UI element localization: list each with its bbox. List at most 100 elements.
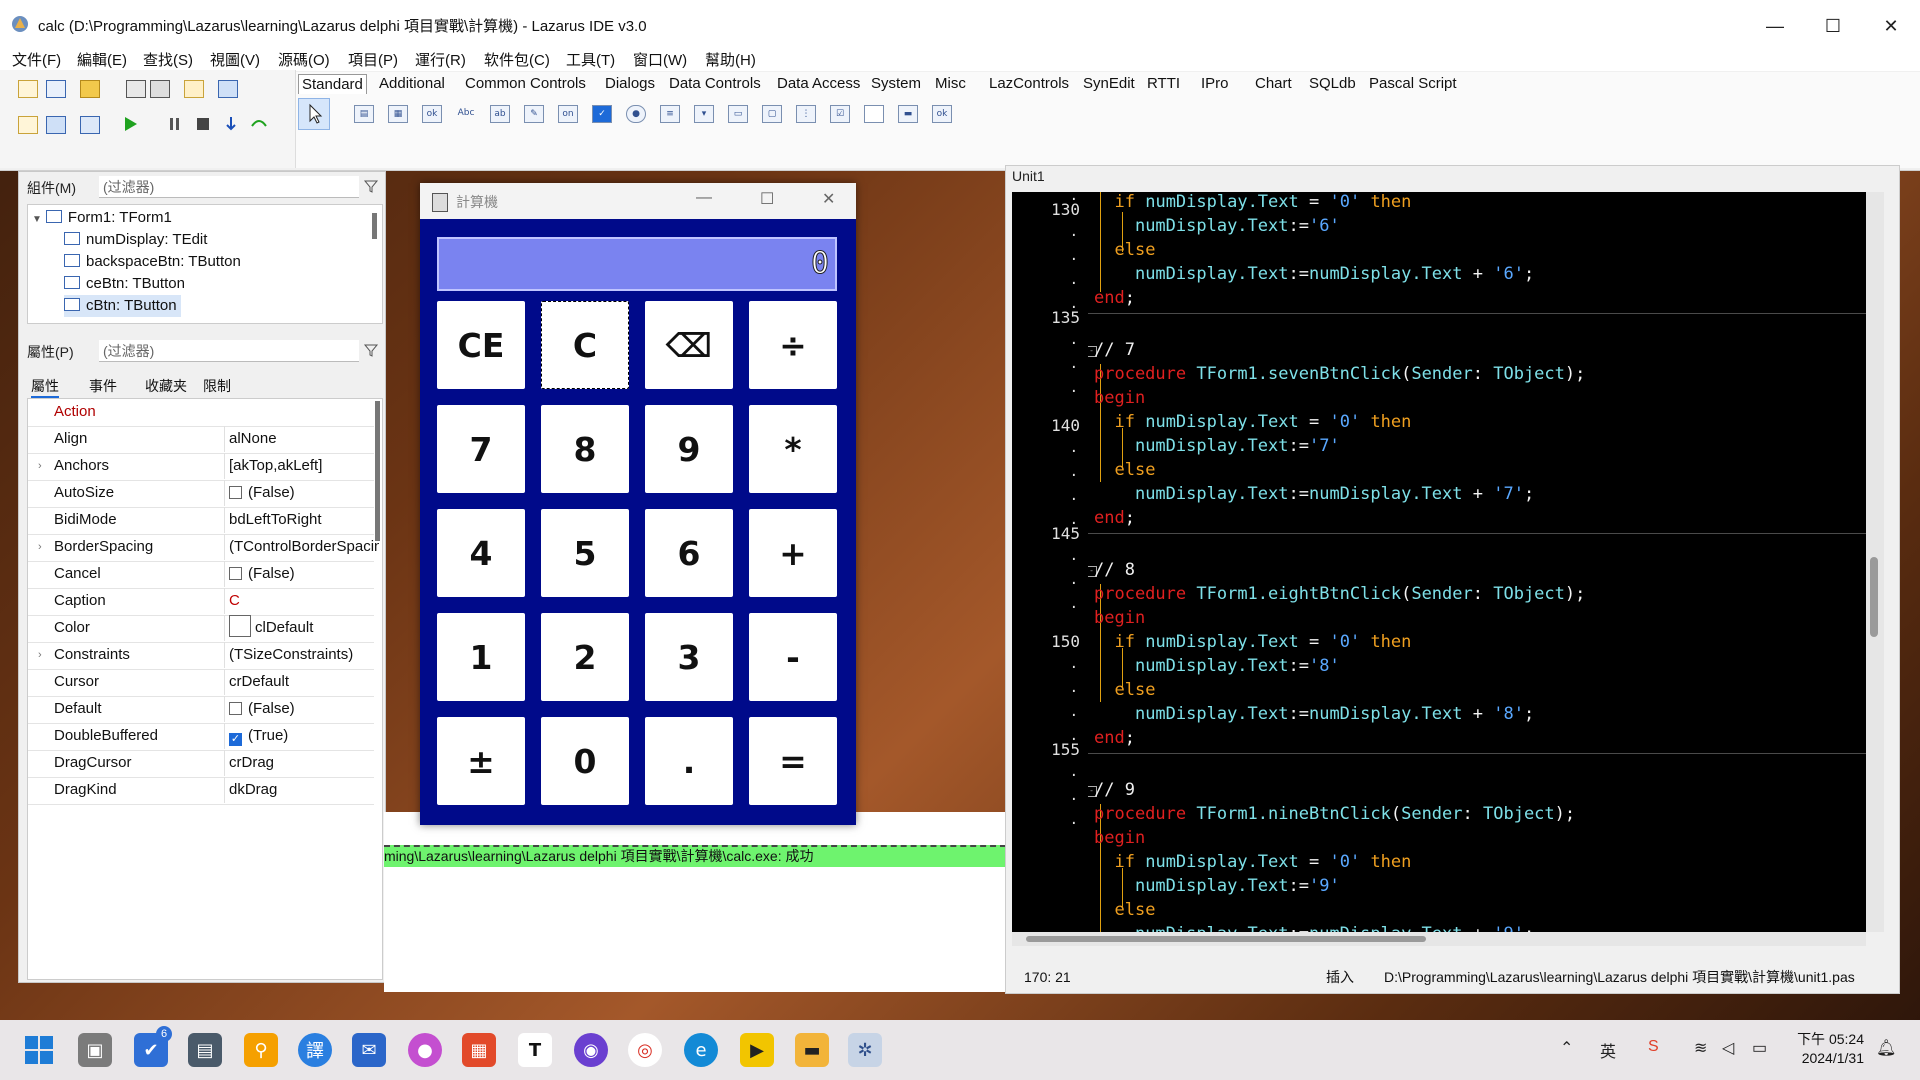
tradiobutton-icon[interactable]: ● [626,105,646,123]
prop-row-doublebuffered[interactable]: DoubleBuffered ✓ (True) [28,723,374,751]
spiral-app-icon[interactable]: ◉ [574,1033,608,1067]
menu-project[interactable]: 項目(P) [348,49,398,70]
typora-icon[interactable]: T [518,1033,552,1067]
properties-filter-input[interactable]: (过滤器) [99,340,359,362]
checkbox-checked[interactable]: ✓ [229,733,242,746]
tactionlist-icon[interactable]: ok [932,105,952,123]
palette-tab-data-controls[interactable]: Data Controls [666,74,764,93]
new-unit-icon[interactable] [18,80,38,98]
palette-tab-synedit[interactable]: SynEdit [1080,74,1138,93]
palette-tab-dialogs[interactable]: Dialogs [602,74,658,93]
editor-tab-unit1[interactable]: Unit1 [1012,168,1045,184]
search-icon[interactable]: ⚲ [244,1033,278,1067]
three-button[interactable]: 3 [645,613,733,701]
palette-tab-pascal-script[interactable]: Pascal Script [1366,74,1460,93]
zero-button[interactable]: 0 [541,717,629,805]
prop-row-caption[interactable]: Caption C [28,588,374,616]
new-form-icon[interactable] [46,80,66,98]
menu-source[interactable]: 源碼(O) [278,49,330,70]
prop-value[interactable]: crDefault [224,669,379,695]
menu-run[interactable]: 運行(R) [415,49,466,70]
tree-item-backspacebtn[interactable]: backspaceBtn: TButton [64,251,241,273]
drop-app-icon[interactable]: ● [408,1033,442,1067]
calc-maximize-button[interactable]: ☐ [760,189,774,209]
expand-icon[interactable]: › [38,453,42,479]
prop-row-anchors[interactable]: › Anchors [akTop,akLeft] [28,453,374,481]
equals-button[interactable]: = [749,717,837,805]
editor-horizontal-scrollbar[interactable] [1012,932,1866,946]
task-view-icon[interactable]: ▣ [78,1033,112,1067]
prop-value[interactable]: (TControlBorderSpacing) [224,534,379,560]
backspace-button[interactable]: ⌫ [645,301,733,389]
menu-help[interactable]: 幫助(H) [705,49,756,70]
prop-value[interactable]: C [224,588,379,614]
two-button[interactable]: 2 [541,613,629,701]
seven-button[interactable]: 7 [437,405,525,493]
prop-value[interactable]: bdLeftToRight [224,507,379,533]
volume-icon[interactable]: ◁ [1722,1038,1734,1058]
menu-file[interactable]: 文件(F) [12,49,61,70]
calc-close-button[interactable]: ✕ [822,189,835,209]
prop-value[interactable]: (False) [224,480,379,506]
player-icon[interactable]: ▶ [740,1033,774,1067]
tree-scrollbar[interactable] [372,213,377,239]
palette-tab-chart[interactable]: Chart [1252,74,1295,93]
palette-tab-rtti[interactable]: RTTI [1144,74,1183,93]
tab-favorites[interactable]: 收藏夹 [145,376,187,396]
prop-row-borderspacing[interactable]: › BorderSpacing (TControlBorderSpacing) [28,534,379,562]
ce-button[interactable]: CE [437,301,525,389]
sogou-input-icon[interactable]: S [1648,1038,1659,1056]
prop-value[interactable]: (False) [224,696,379,722]
menu-edit[interactable]: 編輯(E) [77,49,127,70]
step-into-icon[interactable] [222,116,240,132]
decimal-button[interactable]: . [645,717,733,805]
pause-icon[interactable] [166,116,184,132]
code-area[interactable]: if numDisplay.Text = '0' then numDisplay… [1088,192,1866,932]
tlistbox-icon[interactable]: ≡ [660,105,680,123]
tedit-icon[interactable]: ab [490,105,510,123]
prop-row-constraints[interactable]: › Constraints (TSizeConstraints) [28,642,374,670]
four-button[interactable]: 4 [437,509,525,597]
palette-tab-sqldb[interactable]: SQLdb [1306,74,1359,93]
tpanel-icon[interactable] [864,105,884,123]
editor-horizontal-scroll-thumb[interactable] [1026,936,1426,942]
tmemo-icon[interactable]: ✎ [524,105,544,123]
wifi-icon[interactable]: ≋ [1694,1038,1707,1058]
menu-search[interactable]: 查找(S) [143,49,193,70]
build-mode-icon[interactable] [80,116,100,134]
battery-icon[interactable]: ▭ [1752,1038,1767,1058]
clear-props-filter-icon[interactable] [363,342,379,358]
tree-item-cebtn[interactable]: ceBtn: TButton [64,273,185,295]
system-clock[interactable]: 下午 05:24 2024/1/31 [1797,1030,1864,1068]
components-filter-input[interactable]: (过滤器) [99,176,359,198]
num-display[interactable]: 0 [437,237,837,291]
tcheckgroup-icon[interactable]: ☑ [830,105,850,123]
lazarus-taskbar-icon[interactable]: ✲ [848,1033,882,1067]
five-button[interactable]: 5 [541,509,629,597]
checkbox-unchecked[interactable] [229,486,242,499]
tradiogroup-icon[interactable]: ⋮ [796,105,816,123]
open-icon[interactable] [80,80,100,98]
checkbox-unchecked[interactable] [229,567,242,580]
file-explorer-icon[interactable]: ▬ [795,1033,829,1067]
menu-window[interactable]: 窗口(W) [633,49,687,70]
divide-button[interactable]: ÷ [749,301,837,389]
prop-value[interactable]: [akTop,akLeft] [224,453,379,479]
tframe-icon[interactable]: ▬ [898,105,918,123]
tcheckbox-icon[interactable]: ✓ [592,105,612,123]
run-icon[interactable] [122,116,140,132]
prop-row-color[interactable]: Color clDefault [28,615,374,643]
c-button[interactable]: C [541,301,629,389]
tree-item-numdisplay[interactable]: numDisplay: TEdit [64,229,207,251]
stop-icon[interactable] [194,116,212,132]
six-button[interactable]: 6 [645,509,733,597]
tbutton-icon[interactable]: ok [422,105,442,123]
property-scrollbar[interactable] [375,401,380,541]
monitor-icon[interactable]: ▤ [188,1033,222,1067]
mail-icon[interactable]: ✉ [352,1033,386,1067]
prop-row-dragcursor[interactable]: DragCursor crDrag [28,750,374,778]
minus-button[interactable]: - [749,613,837,701]
prop-value[interactable]: (TSizeConstraints) [224,642,379,668]
palette-tab-ipro[interactable]: IPro [1198,74,1232,93]
tlabel-icon[interactable]: Abc [456,105,476,123]
